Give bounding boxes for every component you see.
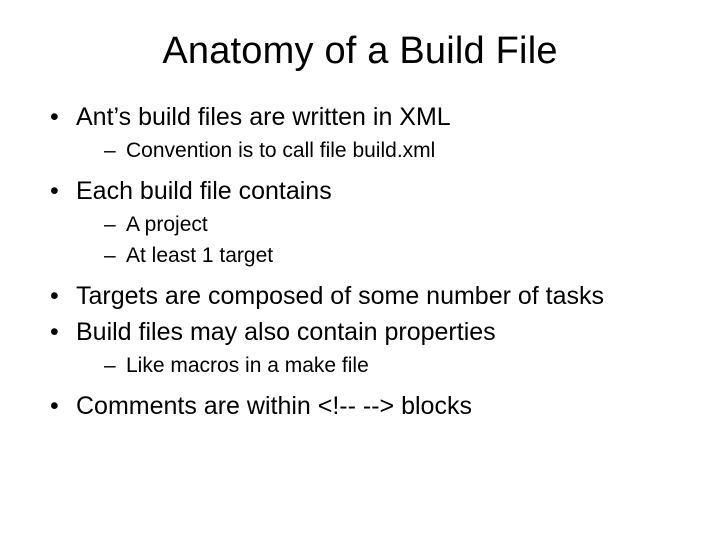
sub-bullet-item: Like macros in a make file: [104, 352, 680, 380]
sub-bullet-text: A project: [126, 213, 208, 236]
sub-bullet-text: Convention is to call file build.xml: [126, 139, 435, 162]
slide-title: Anatomy of a Build File: [40, 30, 680, 73]
sub-bullet-item: At least 1 target: [104, 242, 680, 270]
bullet-text: Ant’s build files are written in XML: [76, 103, 451, 131]
bullet-item: Each build file contains A project At le…: [50, 175, 680, 270]
bullet-item: Build files may also contain properties …: [50, 316, 680, 380]
bullet-text: Targets are composed of some number of t…: [76, 282, 604, 310]
bullet-text: Each build file contains: [76, 177, 332, 205]
sub-bullet-text: At least 1 target: [126, 244, 273, 267]
slide: Anatomy of a Build File Ant’s build file…: [0, 0, 720, 540]
sub-bullet-list: A project At least 1 target: [76, 211, 680, 270]
sub-bullet-list: Convention is to call file build.xml: [76, 137, 680, 165]
sub-bullet-text: Like macros in a make file: [126, 354, 369, 377]
bullet-item: Ant’s build files are written in XML Con…: [50, 101, 680, 165]
sub-bullet-item: Convention is to call file build.xml: [104, 137, 680, 165]
sub-bullet-item: A project: [104, 211, 680, 239]
bullet-item: Comments are within <!-- --> blocks: [50, 390, 680, 422]
bullet-item: Targets are composed of some number of t…: [50, 280, 680, 312]
bullet-list: Ant’s build files are written in XML Con…: [40, 101, 680, 422]
bullet-text: Comments are within <!-- --> blocks: [76, 392, 472, 420]
sub-bullet-list: Like macros in a make file: [76, 352, 680, 380]
bullet-text: Build files may also contain properties: [76, 318, 496, 346]
